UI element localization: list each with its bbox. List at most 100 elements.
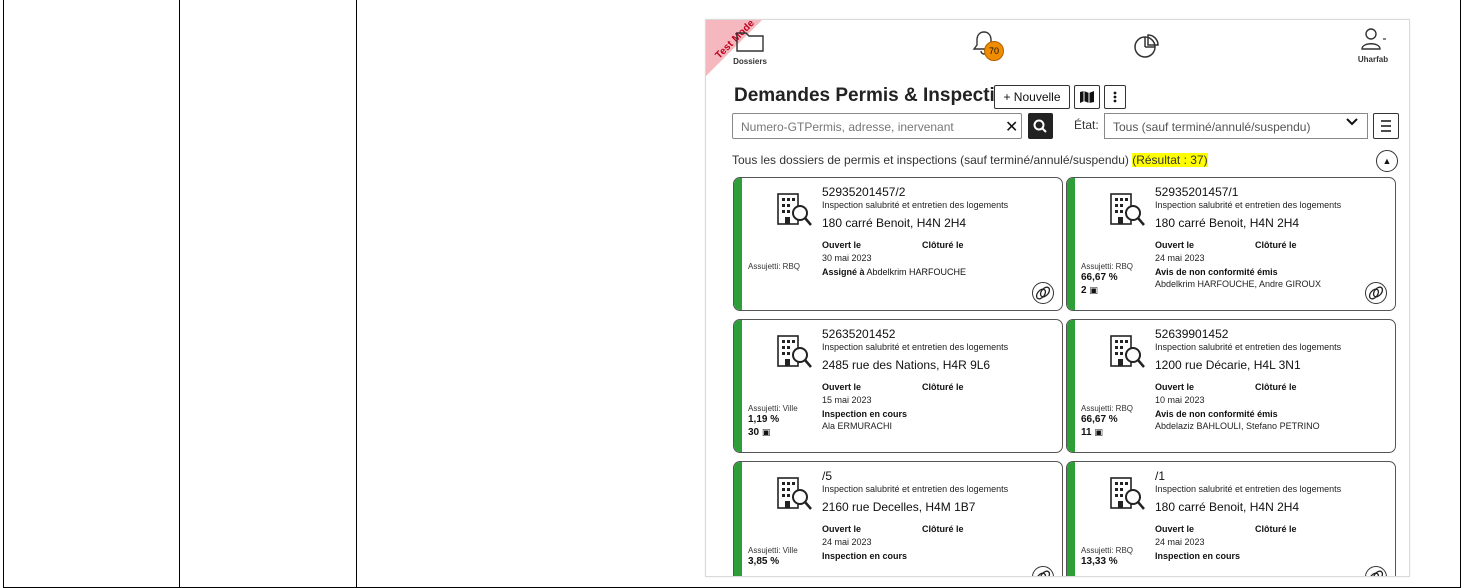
clear-search-icon[interactable]: ✕	[1005, 117, 1018, 137]
user-icon	[1361, 28, 1386, 50]
list-icon	[1381, 120, 1391, 132]
more-options-button[interactable]	[1104, 85, 1126, 109]
card-photo-count: 2 ▣	[1081, 284, 1098, 296]
link-icon	[1368, 286, 1384, 300]
nav-statistics[interactable]	[1131, 32, 1161, 65]
card-photo-count: 30 ▣	[748, 426, 771, 438]
map-view-button[interactable]	[1074, 85, 1100, 109]
card-side-info: Assujetti: RBQ 66,67 % 11 ▣	[1081, 404, 1133, 439]
collapse-button[interactable]: ▲	[1376, 150, 1398, 172]
card-status: Inspection en cours	[822, 409, 908, 419]
card-opened-label: Ouvert le	[822, 524, 862, 534]
card-assujetti: Assujetti: RBQ	[1081, 546, 1134, 555]
card-type: Inspection salubrité et entretien des lo…	[1155, 200, 1342, 210]
state-filter-label: État:	[1074, 118, 1099, 132]
chevron-down-icon[interactable]	[1346, 115, 1358, 131]
camera-icon: ▣	[761, 426, 771, 437]
link-button[interactable]	[1032, 282, 1054, 304]
inspection-card[interactable]: Assujetti: RBQ 66,67 % 2 ▣ 52935201457/1…	[1066, 177, 1396, 311]
nav-dossiers[interactable]: Dossiers	[730, 28, 770, 66]
card-closed-label: Clôturé le	[922, 240, 964, 250]
inspection-card[interactable]: Assujetti: RBQ 52935201457/2 Inspection …	[733, 177, 1063, 311]
more-vertical-icon	[1113, 91, 1117, 103]
inspection-card[interactable]: Assujetti: RBQ 13,33 % /1 Inspection sal…	[1066, 461, 1396, 576]
card-side-info: Assujetti: RBQ	[748, 262, 800, 272]
card-opened-date: 15 mai 2023	[822, 395, 872, 405]
card-type: Inspection salubrité et entretien des lo…	[822, 484, 1009, 494]
card-status: Inspection en cours	[1155, 551, 1241, 561]
card-percent: 13,33 %	[1081, 556, 1118, 567]
building-search-icon	[777, 477, 812, 510]
card-address: 2160 rue Decelles, H4M 1B7	[822, 500, 976, 514]
card-address: 180 carré Benoit, H4N 2H4	[1155, 500, 1300, 514]
card-assujetti: Assujetti: Ville	[748, 404, 798, 413]
camera-icon: ▣	[1094, 426, 1103, 437]
card-opened-label: Ouvert le	[1155, 240, 1195, 250]
search-input[interactable]: Numero-GTPermis, adresse, inervenant	[732, 113, 1022, 139]
card-opened-date: 24 mai 2023	[1155, 537, 1205, 547]
card-number: /5	[822, 469, 833, 483]
card-assujetti: Assujetti: Ville	[748, 546, 798, 555]
card-percent: 66,67 %	[1081, 414, 1118, 425]
card-status: Inspection en cours	[822, 551, 908, 561]
building-search-icon	[1110, 193, 1145, 226]
card-type: Inspection salubrité et entretien des lo…	[1155, 342, 1342, 352]
card-opened-label: Ouvert le	[822, 240, 862, 250]
folder-icon	[736, 32, 764, 52]
camera-icon: ▣	[1089, 284, 1098, 295]
card-assujetti: Assujetti: RBQ	[748, 262, 801, 271]
card-closed-label: Clôturé le	[1255, 524, 1297, 534]
card-opened-date: 30 mai 2023	[822, 253, 872, 263]
card-percent: 1,19 %	[748, 414, 780, 425]
result-count: (Résultat : 37)	[1132, 153, 1208, 167]
card-assignees: Abdelaziz BAHLOULI, Stefano PETRINO	[1155, 421, 1320, 431]
building-search-icon	[777, 193, 812, 226]
link-icon	[1035, 570, 1051, 576]
inspection-card[interactable]: Assujetti: Ville 3,85 % /5 Inspection sa…	[733, 461, 1063, 576]
state-filter-select[interactable]: Tous (sauf terminé/annulé/suspendu)	[1104, 113, 1368, 139]
card-assujetti: Assujetti: RBQ	[1081, 404, 1134, 413]
card-type: Inspection salubrité et entretien des lo…	[1155, 484, 1342, 494]
card-side-info: Assujetti: Ville 3,85 %	[748, 546, 798, 569]
card-percent: 3,85 %	[748, 556, 780, 567]
card-opened-date: 24 mai 2023	[1155, 253, 1205, 263]
card-address: 180 carré Benoit, H4N 2H4	[822, 216, 967, 230]
pie-chart-icon	[1134, 34, 1159, 58]
card-address: 1200 rue Décarie, H4L 3N1	[1155, 358, 1301, 372]
card-opened-date: 24 mai 2023	[822, 537, 872, 547]
card-number: 52639901452	[1155, 327, 1229, 341]
summary-text: Tous les dossiers de permis et inspectio…	[732, 153, 1133, 167]
results-summary: Tous les dossiers de permis et inspectio…	[732, 153, 1208, 167]
building-search-icon	[777, 335, 812, 368]
card-side-info: Assujetti: RBQ 13,33 %	[1081, 546, 1133, 569]
search-button[interactable]	[1028, 113, 1053, 139]
card-assignees: Ala ERMURACHI	[822, 421, 893, 431]
inspection-card[interactable]: Assujetti: RBQ 66,67 % 11 ▣ 52639901452 …	[1066, 319, 1396, 453]
nav-user-label: Uharfab	[1357, 55, 1389, 64]
link-icon	[1035, 286, 1051, 300]
card-opened-label: Ouvert le	[1155, 524, 1195, 534]
link-button[interactable]	[1365, 566, 1387, 576]
card-number: 52935201457/1	[1155, 185, 1239, 199]
nav-notifications[interactable]: 70	[970, 30, 1004, 64]
link-button[interactable]	[1032, 566, 1054, 576]
card-status: Avis de non conformité émis	[1155, 409, 1278, 419]
new-request-button[interactable]: + Nouvelle	[994, 85, 1070, 109]
card-photo-count: 11 ▣	[1081, 426, 1103, 438]
map-icon	[1080, 91, 1094, 103]
card-side-info: Assujetti: Ville 1,19 % 30 ▣	[748, 404, 798, 439]
card-side-info: Assujetti: RBQ 66,67 % 2 ▣	[1081, 262, 1133, 297]
search-icon	[1033, 119, 1047, 133]
card-opened-date: 10 mai 2023	[1155, 395, 1205, 405]
inspection-card[interactable]: Assujetti: Ville 1,19 % 30 ▣ 52635201452…	[733, 319, 1063, 453]
card-opened-label: Ouvert le	[1155, 382, 1195, 392]
card-address: 180 carré Benoit, H4N 2H4	[1155, 216, 1300, 230]
link-button[interactable]	[1365, 282, 1387, 304]
card-number: /1	[1155, 469, 1166, 483]
nav-user-menu[interactable]: Uharfab	[1352, 26, 1394, 64]
app-frame: Test Mode Dossiers 70 Uharfab Demandes P…	[705, 19, 1410, 577]
list-view-button[interactable]	[1373, 113, 1399, 139]
card-assignees: Abdelkrim HARFOUCHE, Andre GIROUX	[1155, 279, 1322, 289]
card-closed-label: Clôturé le	[1255, 382, 1297, 392]
table-cell-2	[179, 0, 357, 588]
